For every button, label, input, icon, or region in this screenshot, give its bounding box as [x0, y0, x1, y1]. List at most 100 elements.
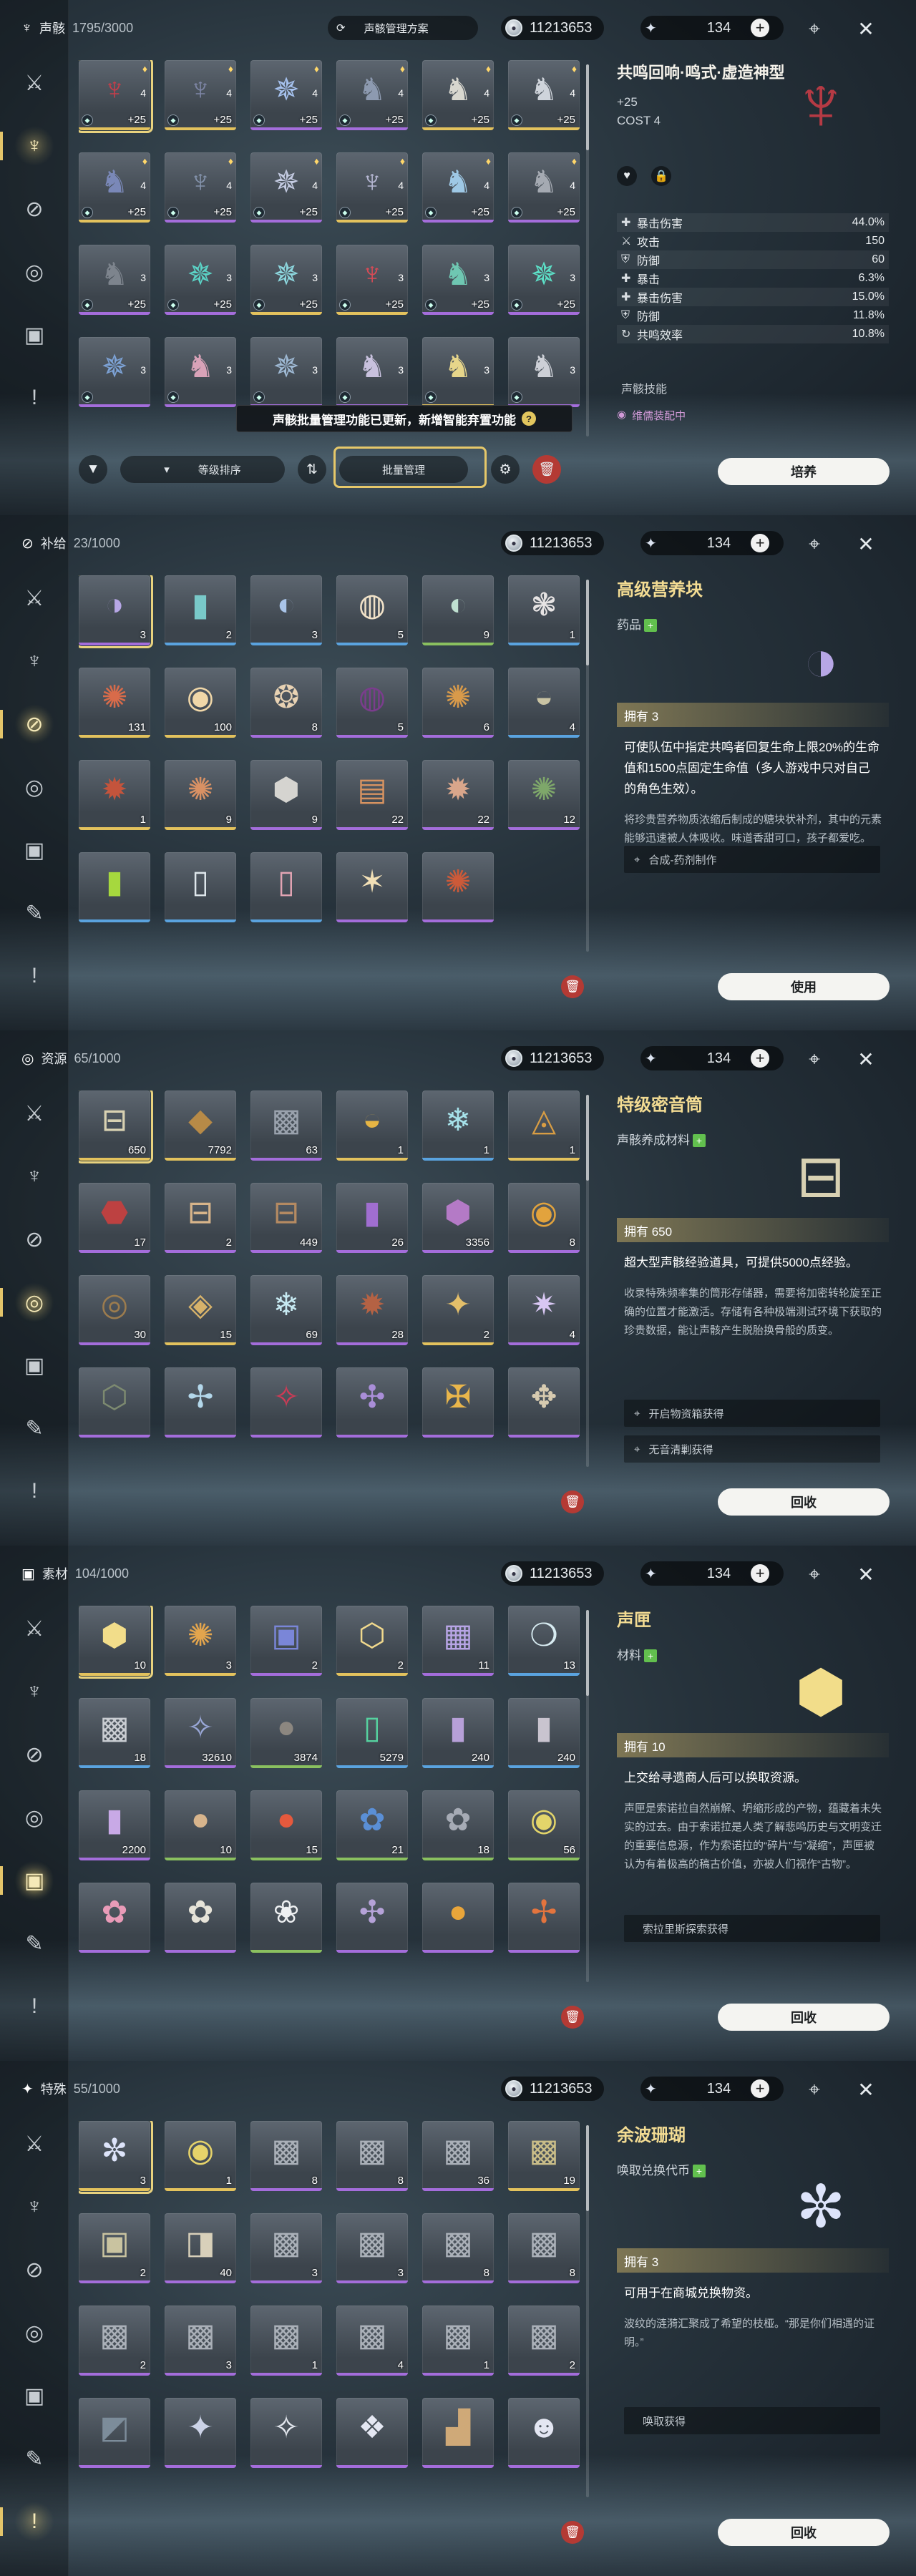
item-slot[interactable]: ▩ 18: [79, 1698, 150, 1768]
item-slot[interactable]: ✣: [336, 1883, 408, 1953]
item-slot[interactable]: ●: [422, 1883, 494, 1953]
close-icon[interactable]: ✕: [852, 2075, 880, 2104]
echo-slot[interactable]: ♞ ◆ 3: [422, 337, 494, 407]
item-slot[interactable]: ◉ 1: [165, 2121, 236, 2191]
sidebar-tab-material[interactable]: ▣: [14, 830, 54, 870]
target-icon[interactable]: ⌖: [800, 1045, 829, 1073]
sidebar-tab-special[interactable]: !: [0, 2502, 54, 2542]
action-button[interactable]: 回收: [718, 1488, 890, 1516]
echo-scheme-button[interactable]: ⟳ 声骸管理方案: [328, 16, 478, 40]
item-slot[interactable]: ◈ 15: [165, 1275, 236, 1345]
item-slot[interactable]: ✢: [165, 1367, 236, 1438]
item-slot[interactable]: ▮ 26: [336, 1183, 408, 1253]
item-slot[interactable]: ▦ 11: [422, 1606, 494, 1676]
item-slot[interactable]: ▮ 2200: [79, 1790, 150, 1860]
echo-slot[interactable]: ✵ ◆ 3 +25: [250, 245, 322, 315]
item-slot[interactable]: ◆ 7792: [165, 1091, 236, 1161]
item-slot[interactable]: ✺ 131: [79, 668, 150, 738]
echo-slot[interactable]: ♆ ◆ ♦ 4 +25: [165, 60, 236, 130]
echo-slot[interactable]: ♞ ◆ ♦ 4 +25: [336, 60, 408, 130]
echo-slot[interactable]: ♞ ◆ 3: [165, 337, 236, 407]
item-slot[interactable]: ✹ 1: [79, 760, 150, 830]
sidebar-tab-develop[interactable]: ✎: [14, 1408, 54, 1448]
sort-dropdown[interactable]: ▾ 等级排序: [120, 456, 285, 483]
item-slot[interactable]: ◉ 56: [508, 1790, 580, 1860]
sidebar-tab-special[interactable]: !: [14, 1986, 54, 2026]
item-slot[interactable]: ▮ 240: [422, 1698, 494, 1768]
item-slot[interactable]: ⬣ 17: [79, 1183, 150, 1253]
sidebar-tab-combat[interactable]: ⚔: [14, 578, 54, 618]
item-slot[interactable]: ⬡: [79, 1367, 150, 1438]
discard-button[interactable]: 🗑: [532, 455, 561, 484]
echo-slot[interactable]: ♞ ◆ ♦ 4 +25: [79, 152, 150, 223]
scrollbar[interactable]: [586, 580, 589, 952]
sidebar-tab-resource[interactable]: ◎: [0, 1282, 54, 1322]
sidebar-tab-develop[interactable]: ✎: [14, 1923, 54, 1963]
item-slot[interactable]: ▩ 3: [165, 2306, 236, 2376]
item-slot[interactable]: ✦: [165, 2398, 236, 2468]
discard-button[interactable]: 🗑: [561, 1491, 584, 1513]
item-slot[interactable]: ◐ 9: [422, 575, 494, 645]
item-slot[interactable]: ● 15: [250, 1790, 322, 1860]
scrollbar[interactable]: [586, 2125, 589, 2497]
item-slot[interactable]: ☻: [508, 2398, 580, 2468]
item-slot[interactable]: ✥: [508, 1367, 580, 1438]
sidebar-tab-material[interactable]: ▣: [14, 1345, 54, 1385]
target-icon[interactable]: ⌖: [800, 2075, 829, 2104]
echo-slot[interactable]: ✵ ◆ 3: [79, 337, 150, 407]
item-slot[interactable]: ✹ 28: [336, 1275, 408, 1345]
sidebar-tab-resource[interactable]: ◎: [14, 2313, 54, 2353]
sidebar-tab-combat[interactable]: ⚔: [14, 1093, 54, 1133]
item-slot[interactable]: ◨ 40: [165, 2213, 236, 2283]
add-astrite-button[interactable]: +: [751, 2079, 770, 2098]
item-slot[interactable]: ▯ 5279: [336, 1698, 408, 1768]
sidebar-tab-develop[interactable]: ✎: [14, 893, 54, 933]
item-slot[interactable]: ✺ 6: [422, 668, 494, 738]
item-slot[interactable]: ✼ 3: [79, 2121, 153, 2194]
sidebar-tab-special[interactable]: !: [14, 956, 54, 996]
add-astrite-button[interactable]: +: [751, 1564, 770, 1583]
echo-slot[interactable]: ✵ ◆ ♦ 4 +25: [250, 60, 322, 130]
sidebar-tab-echo[interactable]: ♆: [14, 1156, 54, 1196]
batch-manage-button[interactable]: 批量管理: [339, 456, 468, 483]
source-entry[interactable]: 唤取获得: [624, 2407, 880, 2434]
scrollbar-thumb[interactable]: [586, 2125, 589, 2211]
item-slot[interactable]: ✹ 22: [422, 760, 494, 830]
scrollbar-thumb[interactable]: [586, 580, 589, 665]
item-slot[interactable]: ▩ 36: [422, 2121, 494, 2191]
item-slot[interactable]: ⊟ 2: [165, 1183, 236, 1253]
item-slot[interactable]: ⬢ 9: [250, 760, 322, 830]
sidebar-tab-supply[interactable]: ⊘: [14, 1735, 54, 1775]
item-slot[interactable]: ▣ 2: [79, 2213, 150, 2283]
item-slot[interactable]: ✠: [422, 1367, 494, 1438]
item-slot[interactable]: ▤ 22: [336, 760, 408, 830]
echo-slot[interactable]: ✵ ◆ 3: [250, 337, 322, 407]
item-slot[interactable]: ✿: [165, 1883, 236, 1953]
close-icon[interactable]: ✕: [852, 530, 880, 558]
target-icon[interactable]: ⌖: [800, 1560, 829, 1589]
item-slot[interactable]: ◎ 30: [79, 1275, 150, 1345]
item-slot[interactable]: ✷ 4: [508, 1275, 580, 1345]
item-slot[interactable]: ▩ 3: [250, 2213, 322, 2283]
scrollbar-thumb[interactable]: [586, 1610, 589, 1696]
item-slot[interactable]: ❃ 1: [508, 575, 580, 645]
action-button[interactable]: 使用: [718, 973, 890, 1000]
echo-slot[interactable]: ♞ ◆ ♦ 4 +25: [422, 60, 494, 130]
item-slot[interactable]: ◍ 5: [336, 575, 408, 645]
target-icon[interactable]: ⌖: [800, 14, 829, 43]
question-icon[interactable]: ?: [522, 411, 536, 426]
item-slot[interactable]: ◉ 8: [508, 1183, 580, 1253]
echo-slot[interactable]: ♞ ◆ ♦ 4 +25: [422, 152, 494, 223]
item-slot[interactable]: ▮ 2: [165, 575, 236, 645]
sidebar-tab-supply[interactable]: ⊘: [14, 2250, 54, 2290]
sort-order-button[interactable]: ⇅: [298, 455, 326, 484]
item-slot[interactable]: ✺: [422, 852, 494, 922]
sidebar-tab-echo[interactable]: ♆: [0, 126, 54, 166]
action-button[interactable]: 回收: [718, 2519, 890, 2546]
item-slot[interactable]: ⬢ 10: [79, 1606, 153, 1679]
scrollbar[interactable]: [586, 1095, 589, 1467]
item-slot[interactable]: ◐ 3: [250, 575, 322, 645]
sidebar-tab-material[interactable]: ▣: [14, 2376, 54, 2416]
echo-slot[interactable]: ✵ ◆ ♦ 4 +25: [250, 152, 322, 223]
source-entry[interactable]: ⌖ 无音清剿获得: [624, 1435, 880, 1463]
